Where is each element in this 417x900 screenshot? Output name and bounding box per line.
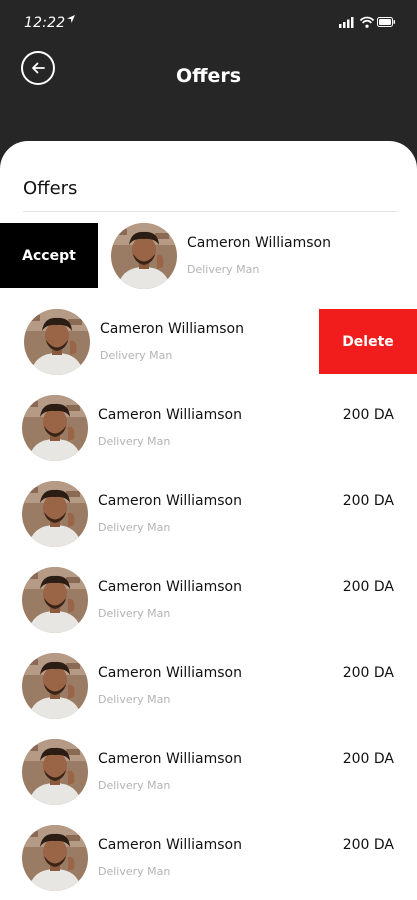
- offer-name: Cameron Williamson: [98, 665, 242, 681]
- delete-button[interactable]: Delete: [319, 309, 417, 374]
- offer-row[interactable]: Cameron Williamson Delivery Man 200 DA: [0, 395, 417, 467]
- offer-row[interactable]: Cameron Williamson Delivery Man 200 DA: [0, 481, 417, 553]
- offers-sheet: Offers Accept Cameron Williamson Delivery …: [0, 141, 417, 900]
- offer-role: Delivery Man: [98, 435, 171, 448]
- offer-price: 200 DA: [342, 579, 394, 595]
- avatar: [111, 223, 177, 289]
- avatar: [22, 481, 88, 547]
- offer-name: Cameron Williamson: [98, 493, 242, 509]
- person-photo: [22, 567, 88, 633]
- page-title: Offers: [175, 65, 242, 87]
- offer-role: Delivery Man: [187, 263, 260, 276]
- signal-icon: [339, 17, 354, 28]
- status-icons: [339, 16, 395, 28]
- avatar: [22, 567, 88, 633]
- offer-role: Delivery Man: [98, 779, 171, 792]
- divider: [23, 211, 397, 212]
- offer-price: 200 DA: [342, 751, 394, 767]
- person-photo: [24, 309, 90, 375]
- status-time: 12:22: [24, 15, 66, 31]
- avatar: [22, 653, 88, 719]
- avatar: [22, 395, 88, 461]
- offer-row[interactable]: Cameron Williamson Delivery Man 200 DA: [0, 825, 417, 897]
- person-photo: [22, 481, 88, 547]
- section-title: Offers: [23, 178, 78, 199]
- avatar: [24, 309, 90, 375]
- offer-name: Cameron Williamson: [98, 751, 242, 767]
- offer-row[interactable]: Cameron Williamson Delivery Man 200 DA: [0, 653, 417, 725]
- avatar: [22, 825, 88, 891]
- offer-name: Cameron Williamson: [100, 321, 244, 337]
- offer-name: Cameron Williamson: [98, 837, 242, 853]
- offer-row[interactable]: Cameron Williamson Delivery Man 200 DA: [0, 739, 417, 811]
- offer-name: Cameron Williamson: [98, 407, 242, 423]
- offer-price: 200 DA: [342, 665, 394, 681]
- offer-price: 200 DA: [342, 407, 394, 423]
- offer-role: Delivery Man: [100, 349, 173, 362]
- offer-row[interactable]: Cameron Williamson Delivery Man Delete: [0, 309, 417, 381]
- avatar: [22, 739, 88, 805]
- offer-role: Delivery Man: [98, 865, 171, 878]
- location-arrow-icon: [67, 15, 75, 23]
- offer-role: Delivery Man: [98, 693, 171, 706]
- person-photo: [22, 395, 88, 461]
- wifi-icon: [359, 16, 375, 28]
- offer-role: Delivery Man: [98, 607, 171, 620]
- offer-price: 200 DA: [342, 837, 394, 853]
- offer-name: Cameron Williamson: [98, 579, 242, 595]
- person-photo: [22, 653, 88, 719]
- offer-role: Delivery Man: [98, 521, 171, 534]
- person-photo: [111, 223, 177, 289]
- offer-name: Cameron Williamson: [187, 235, 331, 251]
- accept-button[interactable]: Accept: [0, 223, 98, 288]
- offer-price: 200 DA: [342, 493, 394, 509]
- offer-row[interactable]: Accept Cameron Williamson Delivery Man: [0, 223, 417, 295]
- battery-icon: [377, 17, 395, 27]
- person-photo: [22, 825, 88, 891]
- person-photo: [22, 739, 88, 805]
- offer-row[interactable]: Cameron Williamson Delivery Man 200 DA: [0, 567, 417, 639]
